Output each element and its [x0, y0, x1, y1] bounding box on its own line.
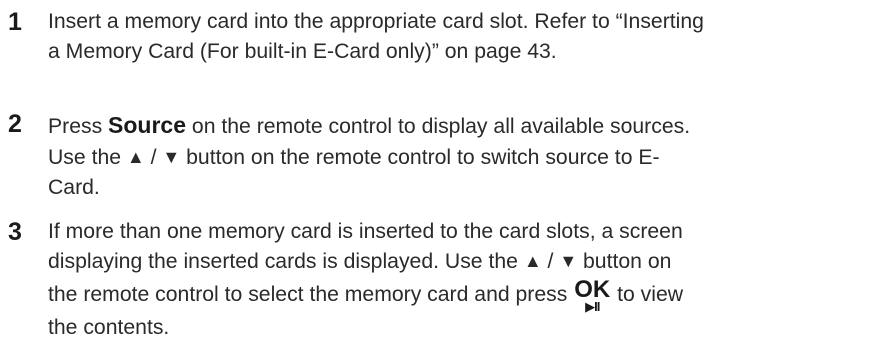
text-segment: button on the remote control to switch s…: [180, 146, 660, 169]
text-segment: Press: [48, 115, 109, 138]
step-number: 2: [8, 110, 22, 138]
text-segment: to view: [611, 283, 684, 306]
step-number: 1: [8, 8, 22, 36]
text-line: Use the ▲ / ▼ button on the remote contr…: [48, 143, 896, 173]
text-segment: displaying the inserted cards is display…: [48, 250, 524, 273]
up-arrow-icon: ▲: [126, 147, 145, 167]
text-line: Card.: [48, 176, 100, 199]
up-arrow-icon: ▲: [523, 251, 542, 271]
text-segment: button on: [577, 250, 672, 273]
source-button-label: Source: [108, 112, 187, 138]
text-line: the contents.: [48, 316, 170, 339]
step-text: If more than one memory card is inserted…: [48, 217, 896, 343]
text-line: If more than one memory card is inserted…: [48, 220, 683, 243]
text-segment: the remote control to select the memory …: [48, 283, 574, 306]
text-segment: on the remote control to display all ava…: [186, 115, 691, 138]
text-line: Press Source on the remote control to di…: [48, 107, 896, 143]
text-line: Insert a memory card into the appropriat…: [48, 10, 704, 33]
text-line: a Memory Card (For built-in E-Card only)…: [48, 40, 557, 63]
text-line: the remote control to select the memory …: [48, 276, 896, 314]
step-text: Press Source on the remote control to di…: [48, 107, 896, 203]
ok-play-pause-icon: OK ▶II: [574, 276, 611, 314]
text-segment: Use the: [48, 146, 127, 169]
text-line: displaying the inserted cards is display…: [48, 247, 896, 277]
down-arrow-icon: ▼: [559, 251, 578, 271]
ok-label: OK: [574, 276, 611, 303]
text-segment: /: [541, 250, 560, 273]
down-arrow-icon: ▼: [162, 147, 181, 167]
step-number: 3: [8, 218, 22, 246]
text-segment: /: [144, 146, 163, 169]
step-text: Insert a memory card into the appropriat…: [48, 7, 896, 67]
